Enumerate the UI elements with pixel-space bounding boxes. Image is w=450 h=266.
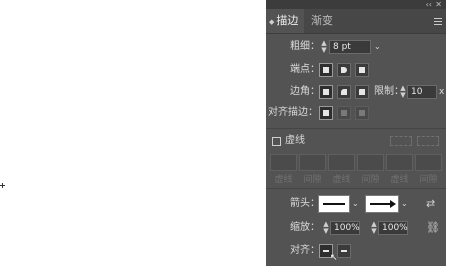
end-arrowhead-dropdown-icon[interactable]: ⌄ bbox=[401, 197, 408, 211]
place-arrow-tip-button[interactable] bbox=[337, 244, 351, 258]
align-center-icon bbox=[323, 110, 329, 116]
round-join-icon bbox=[341, 89, 347, 95]
preserve-dash-button[interactable] bbox=[390, 136, 412, 146]
stroke-panel: ‹‹ ✕ ◆ 描边 渐变 粗细： ▲ ▼ 8 pt ⌄ 端点： 边角： 限制： ▲ ▼… bbox=[266, 0, 446, 266]
corner-row: 边角： 限制： ▲ ▼ 10 x bbox=[266, 82, 446, 102]
mouse-pointer-icon: ↖ bbox=[330, 253, 338, 263]
dash-label-2: 虚线 bbox=[332, 175, 351, 185]
extend-arrow-icon bbox=[323, 250, 329, 252]
end-scale-stepper-icon[interactable]: ▲ ▼ bbox=[370, 221, 378, 235]
butt-cap-icon bbox=[323, 67, 329, 73]
align-outside-icon bbox=[359, 110, 365, 116]
weight-dropdown-icon[interactable]: ⌄ bbox=[374, 40, 381, 54]
round-join-button[interactable] bbox=[337, 85, 351, 99]
align-outside-button[interactable] bbox=[355, 106, 369, 120]
swap-arrowheads-icon[interactable]: ⇄ bbox=[426, 197, 435, 211]
arrowheads-row: 箭头： ⌄ ⌄ ⇄ bbox=[266, 194, 446, 214]
tab-stroke-label: 描边 bbox=[276, 14, 299, 27]
align-stroke-label: 对齐描边： bbox=[268, 107, 318, 118]
align-inside-button[interactable] bbox=[337, 106, 351, 120]
dash-field-2[interactable] bbox=[328, 154, 355, 171]
miter-join-button[interactable] bbox=[319, 85, 333, 99]
start-arrowhead-select[interactable] bbox=[318, 195, 350, 213]
collapse-icon[interactable]: ‹‹ bbox=[426, 0, 432, 9]
crosshair-cursor bbox=[0, 183, 5, 188]
dash-label-1: 虚线 bbox=[274, 175, 293, 185]
dash-field-labels: 虚线 间隙 虚线 间隙 虚线 间隙 bbox=[270, 172, 442, 185]
weight-input[interactable]: 8 pt bbox=[329, 40, 371, 54]
dash-field-3[interactable] bbox=[386, 154, 413, 171]
arrowhead-icon bbox=[390, 200, 396, 208]
arrow-align-row: 对齐： ↖ bbox=[266, 241, 446, 263]
gap-field-3[interactable] bbox=[415, 154, 442, 171]
bevel-join-button[interactable] bbox=[355, 85, 369, 99]
align-dash-corners-button[interactable] bbox=[417, 136, 439, 146]
divider bbox=[266, 128, 446, 129]
end-scale-input[interactable]: 100% bbox=[378, 221, 408, 235]
end-arrowhead-select[interactable] bbox=[365, 195, 399, 213]
butt-cap-button[interactable] bbox=[319, 63, 333, 77]
weight-label: 粗细： bbox=[290, 41, 320, 52]
limit-unit: x bbox=[439, 87, 445, 97]
place-arrow-icon bbox=[341, 250, 347, 252]
gap-label-2: 间隙 bbox=[361, 175, 380, 185]
cap-row: 端点： bbox=[266, 60, 446, 80]
dashed-checkbox[interactable] bbox=[272, 137, 281, 146]
gap-field-2[interactable] bbox=[357, 154, 384, 171]
cap-label: 端点： bbox=[290, 64, 320, 75]
divider bbox=[266, 188, 446, 189]
arrow-align-label: 对齐： bbox=[290, 245, 320, 256]
limit-input[interactable]: 10 bbox=[407, 85, 437, 99]
projecting-cap-icon bbox=[359, 67, 365, 73]
gap-field-1[interactable] bbox=[299, 154, 326, 171]
tab-gradient[interactable]: 渐变 bbox=[311, 9, 333, 33]
start-scale-stepper-icon[interactable]: ▲ ▼ bbox=[322, 221, 330, 235]
align-center-button[interactable] bbox=[319, 106, 333, 120]
start-scale-input[interactable]: 100% bbox=[330, 221, 360, 235]
bevel-join-icon bbox=[359, 89, 365, 95]
projecting-cap-button[interactable] bbox=[355, 63, 369, 77]
weight-stepper-icon[interactable]: ▲ ▼ bbox=[320, 40, 328, 54]
corner-label: 边角： bbox=[290, 86, 320, 97]
align-inside-icon bbox=[341, 110, 347, 116]
miter-join-icon bbox=[323, 89, 329, 95]
dash-label-3: 虚线 bbox=[390, 175, 409, 185]
panel-menu-icon[interactable] bbox=[434, 18, 442, 27]
align-stroke-row: 对齐描边： bbox=[266, 103, 446, 123]
tab-stroke[interactable]: ◆ 描边 bbox=[266, 9, 304, 33]
arrow-line-icon bbox=[370, 203, 392, 205]
arrowheads-label: 箭头： bbox=[290, 198, 320, 209]
close-icon[interactable]: ✕ bbox=[435, 0, 442, 9]
tab-options-icon: ◆ bbox=[269, 18, 275, 26]
dashed-label: 虚线 bbox=[285, 135, 305, 146]
weight-row: 粗细： ▲ ▼ 8 pt ⌄ bbox=[266, 37, 446, 57]
scale-row: 缩放： ▲ ▼ 100% ▲ ▼ 100% ⛓ bbox=[266, 218, 446, 238]
panel-tabs: ◆ 描边 渐变 bbox=[266, 9, 446, 34]
start-arrowhead-dropdown-icon[interactable]: ⌄ bbox=[352, 197, 359, 211]
gap-label-1: 间隙 bbox=[303, 175, 322, 185]
dash-fields bbox=[270, 154, 442, 172]
limit-stepper-icon[interactable]: ▲ ▼ bbox=[399, 85, 407, 99]
gap-label-3: 间隙 bbox=[419, 175, 438, 185]
line-icon bbox=[323, 203, 345, 205]
scale-label: 缩放： bbox=[290, 222, 320, 233]
round-cap-icon bbox=[341, 67, 347, 73]
dash-field-1[interactable] bbox=[270, 154, 297, 171]
link-scale-icon[interactable]: ⛓ bbox=[426, 221, 440, 235]
panel-titlebar: ‹‹ ✕ bbox=[266, 0, 446, 9]
round-cap-button[interactable] bbox=[337, 63, 351, 77]
